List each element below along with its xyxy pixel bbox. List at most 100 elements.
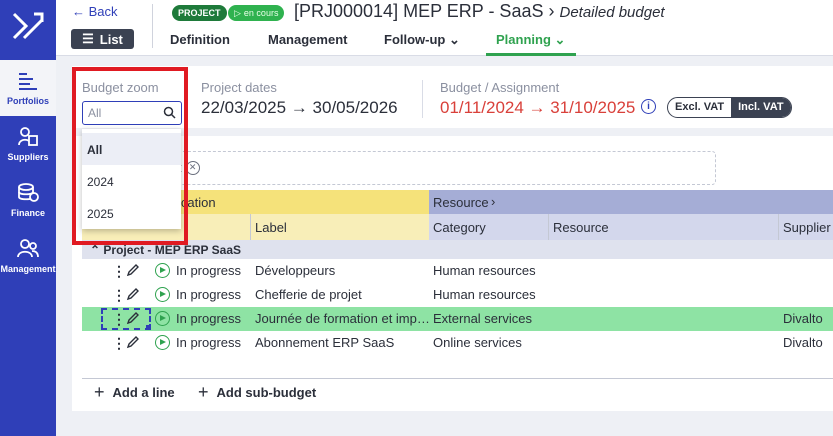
play-circle-icon: ▷ <box>234 7 241 18</box>
pencil-icon[interactable] <box>126 287 140 301</box>
app-logo-icon[interactable] <box>10 8 46 44</box>
tab-planning[interactable]: Planning ⌄ <box>496 32 565 48</box>
divider <box>422 80 423 118</box>
more-vertical-icon[interactable]: ⋮ <box>112 336 126 350</box>
group-title: Project - MEP ERP SaaS <box>103 243 242 257</box>
label-cell: Développeurs <box>255 263 336 278</box>
category-cell: Online services <box>433 335 522 350</box>
status-cell: In progress <box>176 263 242 278</box>
add-sub-budget-button[interactable]: + Add sub-budget <box>198 382 316 403</box>
column-divider <box>250 214 251 240</box>
sidebar-item-management[interactable]: Management <box>0 228 56 284</box>
pencil-icon[interactable] <box>126 335 140 349</box>
finance-icon <box>18 183 39 202</box>
page-header: ← Back ☰ List PROJECT ▷ en cours [PRJ000… <box>56 0 833 56</box>
sidebar: Portfolios Suppliers Finance Management <box>0 0 56 436</box>
vat-toggle[interactable]: Excl. VAT Incl. VAT <box>667 97 792 118</box>
pencil-icon[interactable] <box>126 311 140 325</box>
tab-management[interactable]: Management <box>268 32 347 47</box>
status-cell: In progress <box>176 335 242 350</box>
suppliers-icon <box>18 127 38 146</box>
status-in-progress-icon <box>155 311 170 326</box>
highlight-annotation-frame <box>72 67 188 245</box>
sidebar-item-suppliers[interactable]: Suppliers <box>0 116 56 172</box>
add-sub-budget-label: Add sub-budget <box>216 385 317 400</box>
sidebar-item-label: Suppliers <box>7 152 49 162</box>
status-in-progress-icon <box>155 287 170 302</box>
divider <box>152 4 153 48</box>
group-row[interactable]: ⌃ Project - MEP ERP SaaS <box>82 240 833 259</box>
back-link[interactable]: ← Back <box>72 4 118 19</box>
category-cell: External services <box>433 311 532 326</box>
project-dates-label: Project dates <box>201 80 277 95</box>
arrow-left-icon: ← <box>72 4 85 19</box>
info-icon[interactable]: i <box>641 99 656 114</box>
add-line-label: Add a line <box>112 385 175 400</box>
column-headers: Category Resource Supplier <box>429 214 833 240</box>
status-in-progress-icon <box>155 335 170 350</box>
label-cell: Journée de formation et imp… <box>255 311 430 326</box>
assignment-value: 01/11/2024 → 31/10/2025 <box>440 98 636 117</box>
column-header-resource[interactable]: Resource <box>553 220 609 235</box>
column-header-supplier[interactable]: Supplier <box>783 220 831 235</box>
plus-icon: + <box>198 382 209 402</box>
sidebar-item-finance[interactable]: Finance <box>0 172 56 228</box>
chevron-right-icon: › <box>491 194 496 209</box>
tab-label: Follow-up <box>384 32 446 47</box>
incl-vat-option[interactable]: Incl. VAT <box>731 98 791 117</box>
divider <box>82 378 833 379</box>
status-in-progress-icon <box>155 263 170 278</box>
list-label: List <box>99 31 123 47</box>
table-row-selected[interactable]: ⋮ In progress Journée de formation et im… <box>82 307 833 331</box>
chevron-down-icon: ⌄ <box>554 32 566 47</box>
management-icon <box>17 239 39 258</box>
table-row[interactable]: ⋮ In progress Abonnement ERP SaaS Online… <box>82 331 833 355</box>
chevron-down-icon: ⌄ <box>449 32 460 47</box>
column-divider <box>778 214 779 240</box>
portfolios-icon <box>19 73 37 90</box>
page-title: [PRJ000014] MEP ERP - SaaS › Detailed bu… <box>294 1 665 22</box>
tab-label: Planning <box>496 32 551 47</box>
assignment-label: Budget / Assignment <box>440 80 560 95</box>
status-cell: In progress <box>176 311 242 326</box>
chevron-right-icon: › <box>548 1 555 21</box>
fill-handle[interactable] <box>146 325 151 330</box>
label-cell: Abonnement ERP SaaS <box>255 335 395 350</box>
more-vertical-icon[interactable]: ⋮ <box>112 312 126 326</box>
column-header-label[interactable]: Label <box>255 220 287 235</box>
sidebar-item-label: Finance <box>10 208 45 218</box>
project-title: [PRJ000014] MEP ERP - SaaS <box>294 1 544 21</box>
column-header-category[interactable]: Category <box>433 220 486 235</box>
label-cell: Chefferie de projet <box>255 287 362 302</box>
status-cell: In progress <box>176 287 242 302</box>
table-row[interactable]: ⋮ In progress Développeurs Human resourc… <box>82 259 833 283</box>
more-vertical-icon[interactable]: ⋮ <box>112 264 126 278</box>
tab-follow-up[interactable]: Follow-up ⌄ <box>384 32 460 48</box>
supplier-cell: Divalto <box>783 335 823 350</box>
active-tab-indicator <box>486 53 576 56</box>
status-label: en cours <box>243 8 279 18</box>
table-row[interactable]: ⋮ In progress Chefferie de projet Human … <box>82 283 833 307</box>
column-group-resource[interactable]: Resource › <box>429 190 833 214</box>
column-group-label: Resource <box>433 195 489 210</box>
more-vertical-icon[interactable]: ⋮ <box>112 288 126 302</box>
tab-definition[interactable]: Definition <box>170 32 230 47</box>
list-button[interactable]: ☰ List <box>71 29 134 49</box>
sidebar-item-portfolios[interactable]: Portfolios <box>0 60 56 116</box>
list-icon: ☰ <box>82 31 94 46</box>
plus-icon: + <box>94 382 105 402</box>
add-line-button[interactable]: + Add a line <box>94 382 175 403</box>
project-badge: PROJECT <box>172 5 227 21</box>
group-row-label: ⌃ Project - MEP ERP SaaS <box>90 243 241 257</box>
back-label: Back <box>88 4 118 19</box>
column-divider <box>548 214 549 240</box>
status-badge: ▷ en cours <box>228 5 285 21</box>
supplier-cell: Divalto <box>783 311 823 326</box>
chevron-up-icon: ⌃ <box>90 243 104 257</box>
excl-vat-option[interactable]: Excl. VAT <box>668 98 731 117</box>
pencil-icon[interactable] <box>126 263 140 277</box>
sidebar-item-label: Portfolios <box>7 96 49 106</box>
category-cell: Human resources <box>433 263 536 278</box>
sidebar-item-label: Management <box>0 264 56 274</box>
project-dates-value: 22/03/2025 → 30/05/2026 <box>201 98 398 117</box>
